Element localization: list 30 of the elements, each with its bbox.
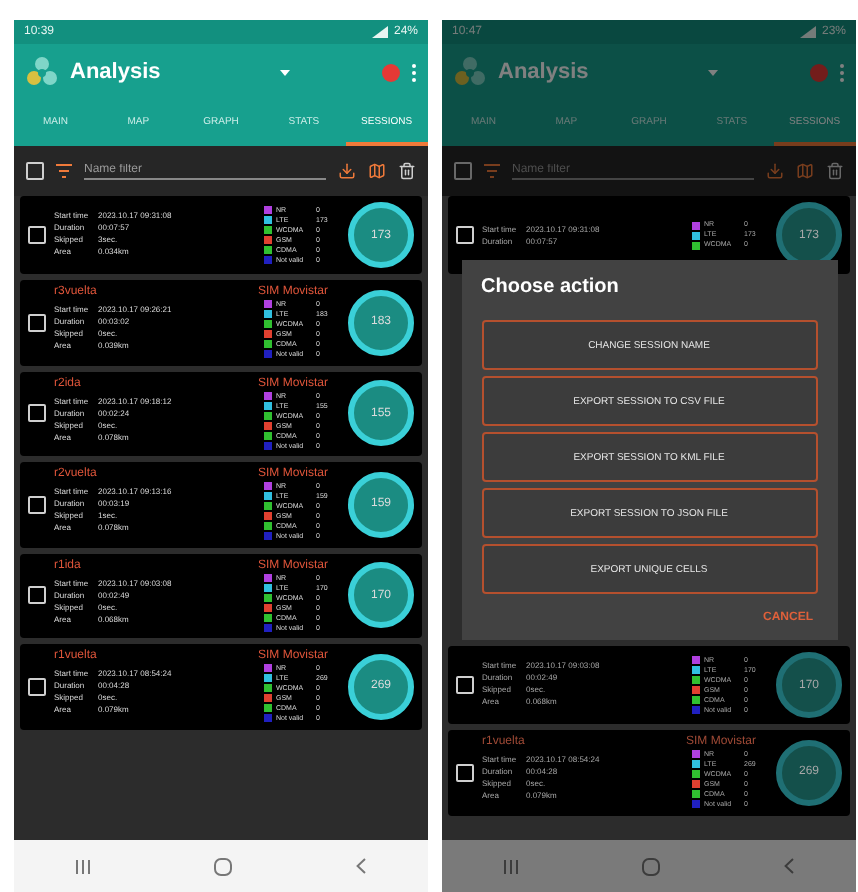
back-icon[interactable] [784,858,794,874]
checkbox[interactable] [456,763,474,782]
logo-icon [454,56,486,88]
checkbox[interactable] [28,313,46,332]
signal-icon [799,26,816,38]
recent-apps-icon[interactable] [504,859,518,873]
logo-icon [26,56,58,88]
signal-icon [371,26,388,38]
trash-icon[interactable] [398,162,416,180]
recent-apps-icon[interactable] [76,859,90,873]
dialog-title: Choose action [481,276,621,298]
checkbox[interactable] [456,226,474,244]
app-title: Analysis [498,60,591,84]
checkbox[interactable] [28,495,46,514]
checkbox[interactable] [28,586,46,605]
download-icon[interactable] [338,162,356,180]
checkbox[interactable] [28,677,46,696]
map-icon[interactable] [368,162,386,180]
dropdown-caret-icon[interactable] [708,69,718,75]
select-all-checkbox[interactable] [26,162,44,180]
dropdown-caret-icon[interactable] [280,69,290,75]
filter-icon[interactable] [56,164,72,178]
checkbox[interactable] [456,676,474,694]
app-title: Analysis [70,60,163,84]
home-icon[interactable] [214,857,232,875]
back-icon[interactable] [356,858,366,874]
checkbox[interactable] [28,404,46,423]
checkbox[interactable] [28,226,46,244]
select-all-checkbox[interactable] [454,162,472,180]
home-icon[interactable] [642,857,660,875]
